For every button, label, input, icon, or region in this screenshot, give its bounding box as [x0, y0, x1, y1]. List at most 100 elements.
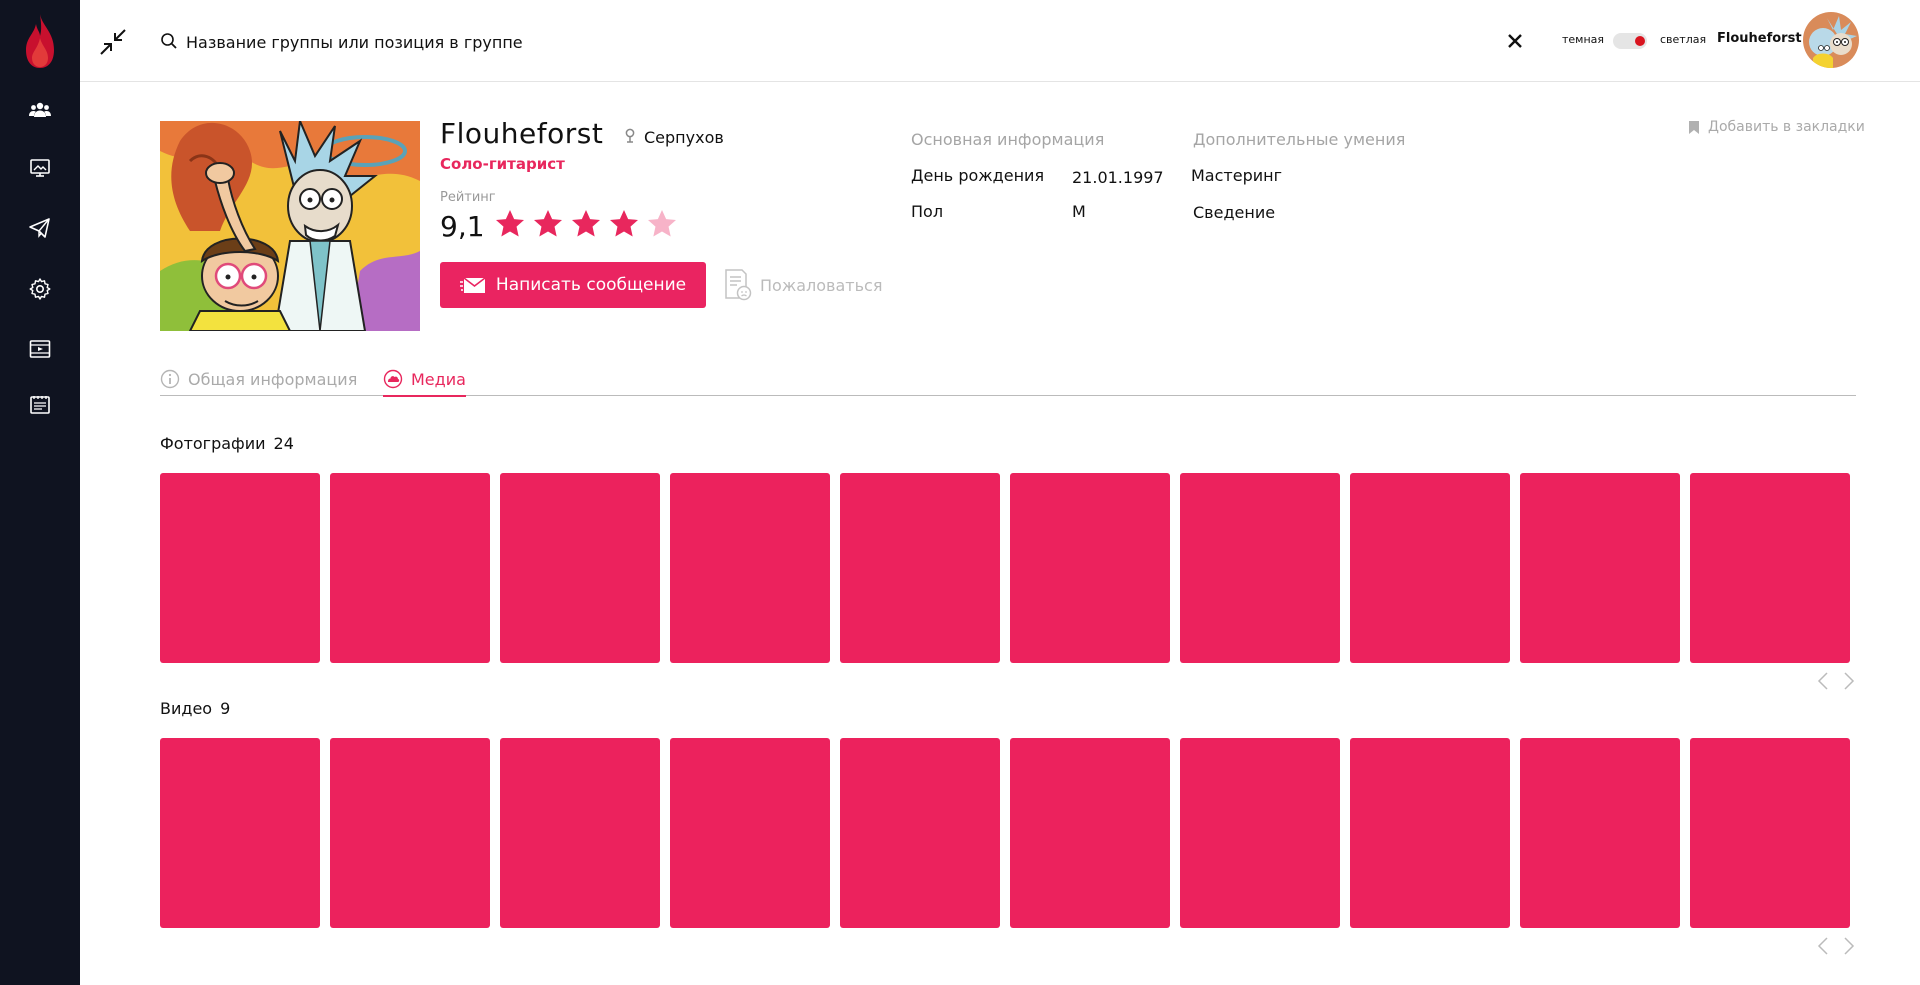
bookmark-icon	[1689, 120, 1699, 134]
newspaper-icon	[30, 396, 50, 414]
skill-item: Мастеринг	[1191, 166, 1282, 185]
send-message-button[interactable]: Написать сообщение	[440, 262, 706, 308]
close-icon	[1508, 34, 1522, 48]
tab-media-label: Медиа	[411, 369, 466, 389]
profile-tabs: Общая информация Медиа	[160, 364, 1856, 397]
chevron-right-icon[interactable]	[1843, 672, 1855, 690]
sidebar-item-news[interactable]	[0, 383, 80, 427]
profile-location: Серпухов	[644, 128, 724, 147]
media-tile[interactable]	[1520, 473, 1680, 663]
media-tile[interactable]	[500, 473, 660, 663]
profile-photo	[160, 121, 420, 331]
videos-title: Видео	[160, 699, 213, 718]
rating-stars	[494, 208, 678, 240]
media-tile[interactable]	[160, 738, 320, 928]
complain-button[interactable]: Пожаловаться	[724, 268, 882, 302]
info-value-gender: М	[1072, 202, 1086, 221]
avatar-image	[1803, 12, 1859, 68]
sidebar-item-users[interactable]	[0, 88, 80, 132]
avatar[interactable]	[1803, 12, 1859, 68]
rating-value: 9,1	[440, 210, 485, 243]
app-logo[interactable]	[20, 12, 60, 72]
media-tile[interactable]	[1520, 738, 1680, 928]
complain-label: Пожаловаться	[760, 275, 883, 295]
add-bookmark-button[interactable]: Добавить в закладки	[1688, 119, 1865, 135]
sidebar-item-messages[interactable]	[0, 206, 80, 250]
send-message-label: Написать сообщение	[495, 275, 687, 295]
photos-gallery	[160, 473, 1856, 663]
star-filled-icon	[496, 210, 524, 237]
profile-photo-illustration	[160, 121, 420, 331]
media-tile[interactable]	[840, 738, 1000, 928]
media-tile[interactable]	[160, 473, 320, 663]
media-tile[interactable]	[1180, 473, 1340, 663]
media-tile[interactable]	[500, 738, 660, 928]
theme-toggle-knob	[1635, 36, 1645, 46]
skill-item: Сведение	[1193, 203, 1276, 222]
chevron-left-icon[interactable]	[1817, 937, 1829, 955]
info-icon	[160, 369, 180, 389]
media-tile[interactable]	[1690, 738, 1850, 928]
photos-section-title: Фотографии 24	[160, 434, 294, 453]
media-tile[interactable]	[1690, 473, 1850, 663]
media-tile[interactable]	[840, 473, 1000, 663]
info-label-birthday: День рождения	[911, 166, 1045, 185]
star-empty-icon	[648, 210, 676, 237]
theme-light-label: светлая	[1660, 33, 1707, 46]
media-tile[interactable]	[670, 738, 830, 928]
app-root: темная светлая Flouheforst	[0, 0, 1920, 985]
photos-title: Фотографии	[160, 434, 266, 453]
info-label-gender: Пол	[911, 202, 944, 221]
users-icon	[29, 102, 51, 117]
gear-icon	[29, 278, 51, 300]
star-filled-icon	[610, 210, 638, 237]
collapse-button[interactable]	[98, 27, 128, 57]
complaint-document-icon	[725, 269, 752, 301]
tab-general-info-label: Общая информация	[188, 369, 358, 389]
user-name[interactable]: Flouheforst	[1717, 31, 1802, 46]
tab-media[interactable]: Медиа	[383, 364, 466, 397]
paper-plane-icon	[29, 218, 50, 238]
chevron-left-icon[interactable]	[1817, 672, 1829, 690]
videos-pager	[1817, 937, 1855, 955]
sidebar-item-gallery[interactable]	[0, 146, 80, 190]
top-bar: темная светлая Flouheforst	[80, 0, 1920, 82]
sidebar	[0, 0, 80, 985]
media-tile[interactable]	[330, 473, 490, 663]
extra-skills-title: Дополнительные умения	[1193, 130, 1406, 149]
media-tile[interactable]	[1180, 738, 1340, 928]
media-tile[interactable]	[670, 473, 830, 663]
star-filled-icon	[534, 210, 562, 237]
info-value-birthday: 21.01.1997	[1072, 168, 1164, 187]
sidebar-item-video[interactable]	[0, 327, 80, 371]
envelope-icon	[459, 277, 486, 293]
media-tile[interactable]	[1350, 473, 1510, 663]
flame-logo-icon	[26, 14, 54, 68]
gallery-icon	[30, 159, 50, 177]
collapse-arrows-icon	[100, 29, 126, 55]
rating-label: Рейтинг	[440, 190, 496, 205]
videos-section-title: Видео 9	[160, 699, 230, 718]
photos-pager	[1817, 672, 1855, 690]
theme-toggle[interactable]	[1613, 33, 1647, 49]
soundcloud-icon	[383, 369, 403, 389]
profile-role: Соло-гитарист	[440, 155, 565, 173]
videos-gallery	[160, 738, 1856, 928]
videos-count: 9	[220, 699, 231, 718]
photos-count: 24	[273, 434, 294, 453]
film-icon	[29, 340, 51, 358]
search-icon	[161, 33, 177, 49]
clear-search-button[interactable]	[1504, 30, 1526, 52]
location-pin-icon	[625, 128, 635, 143]
media-tile[interactable]	[1010, 473, 1170, 663]
tab-general-info[interactable]: Общая информация	[160, 364, 357, 394]
search-input[interactable]	[186, 27, 886, 57]
theme-dark-label: темная	[1562, 33, 1605, 46]
media-tile[interactable]	[1350, 738, 1510, 928]
sidebar-item-settings[interactable]	[0, 267, 80, 311]
chevron-right-icon[interactable]	[1843, 937, 1855, 955]
media-tile[interactable]	[1010, 738, 1170, 928]
media-tile[interactable]	[330, 738, 490, 928]
main-info-title: Основная информация	[911, 130, 1105, 149]
profile-name: Flouheforst	[440, 117, 604, 150]
